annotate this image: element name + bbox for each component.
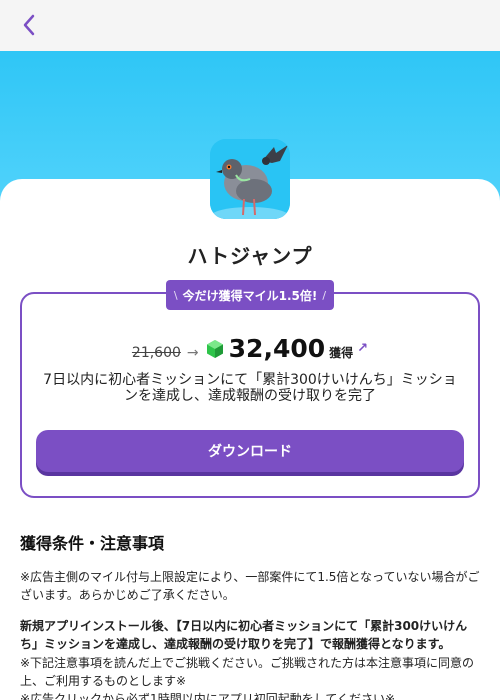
gem-icon [206,339,223,358]
earn-label: 獲得 [329,346,354,360]
promo-badge: \ 今だけ獲得マイル1.5倍! / [166,280,334,310]
chevron-left-icon [23,14,35,36]
arrow-right-icon: → [186,345,199,361]
conditions-title: 獲得条件・注意事項 [20,534,165,553]
condition-note-2: 新規アプリインストール後、【7日以内に初心者ミッションにて「累計300けいけんち… [20,619,468,651]
condition-note-1: ※広告主側のマイル付与上限設定により、一部案件にて1.5倍となっていない場合がご… [20,570,480,602]
external-arrow-icon[interactable]: ↗ [357,341,368,356]
download-button[interactable]: ダウンロード [36,430,464,472]
condition-note-3: ※下記注意事項を読んだ上でご挑戦ください。ご挑戦された方は本注意事項に同意の上、… [20,656,475,688]
badge-deco-left: \ [173,288,178,302]
app-title: ハトジャンプ [187,244,313,268]
top-navigation-bar [0,0,500,51]
condition-note-4: ※広告クリックから必ず1時間以内にアプリ初回起動をしてください※ [20,692,396,700]
old-reward-value: 21,600 [131,345,181,361]
mission-description: 7日以内に初心者ミッションにて「累計300けいけんち」ミッションを達成し、達成報… [43,372,457,404]
badge-deco-right: / [322,288,327,302]
reward-row: 21,600 → 32,400 獲得 ↗ [0,334,500,363]
back-button[interactable] [14,10,44,40]
pigeon-app-icon [210,139,290,219]
new-reward-value: 32,400 [228,334,326,363]
promo-badge-text: 今だけ獲得マイル1.5倍! [182,288,318,303]
